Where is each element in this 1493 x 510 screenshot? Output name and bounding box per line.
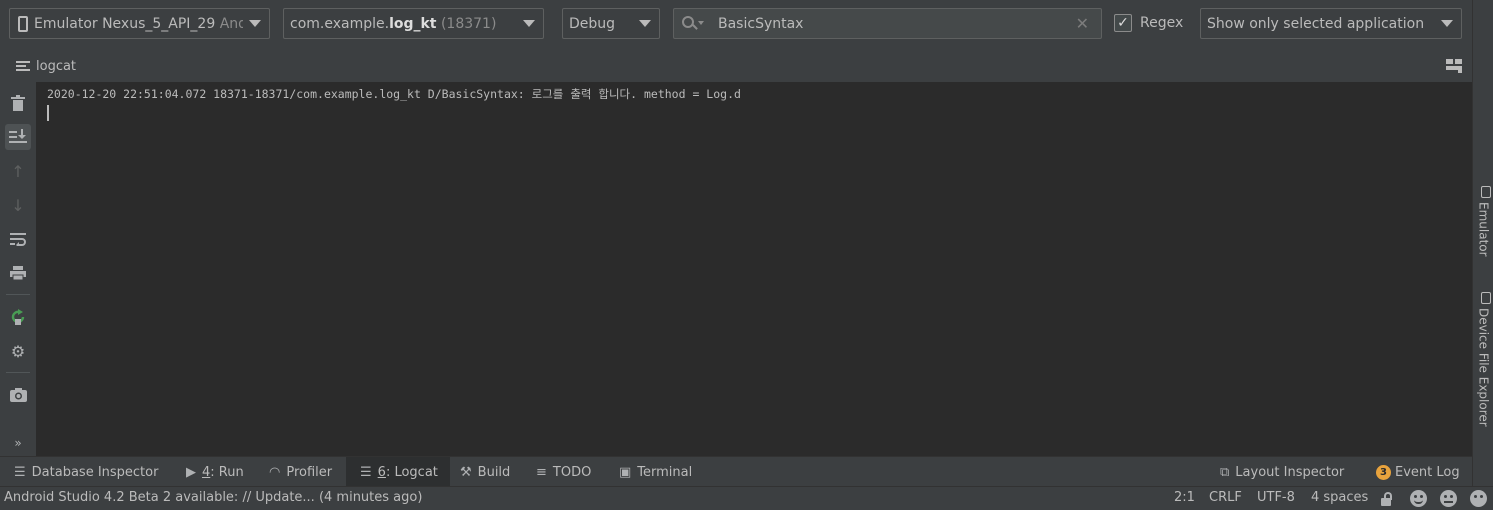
phone-icon — [18, 15, 28, 32]
lock-icon[interactable] — [1381, 492, 1393, 506]
print-button[interactable] — [5, 260, 31, 286]
logcat-icon: ☰ — [360, 464, 372, 480]
emulator-tool-tab[interactable]: Emulator — [1473, 186, 1493, 266]
process-prefix: com.example. — [290, 15, 390, 32]
logcat-side-toolbar: ↑ ↓ ⚙ » — [0, 82, 36, 456]
tab-build[interactable]: ⚒ Build — [446, 457, 522, 487]
caret-position[interactable]: 2:1 — [1174, 490, 1195, 505]
log-search-field[interactable]: ✕ — [673, 8, 1102, 39]
arrow-down-icon: ↓ — [11, 195, 25, 215]
device-icon — [1481, 186, 1491, 198]
up-stack-trace-button[interactable]: ↑ — [5, 158, 31, 184]
more-tools-button[interactable]: » — [5, 430, 31, 456]
toolbar-separator — [6, 372, 30, 373]
tab-database-inspector[interactable]: ☰ Database Inspector — [0, 457, 170, 487]
chevron-down-icon — [249, 20, 261, 27]
restart-icon — [11, 309, 25, 325]
arrow-up-icon: ↑ — [11, 161, 25, 181]
filter-value: Show only selected application — [1207, 15, 1425, 32]
down-stack-trace-button[interactable]: ↓ — [5, 192, 31, 218]
process-name: log_kt — [389, 15, 437, 32]
close-icon[interactable]: ✕ — [1076, 14, 1089, 33]
layout-options-icon[interactable] — [1446, 59, 1462, 73]
scroll-to-end-button[interactable] — [5, 124, 31, 150]
log-level-selector[interactable]: Debug — [562, 8, 660, 39]
layout-inspector-icon: ⧉ — [1220, 464, 1230, 480]
tab-todo[interactable]: ≡ TODO — [522, 457, 603, 487]
double-chevron-icon: » — [14, 436, 22, 450]
log-line: 2020-12-20 22:51:04.072 18371-18371/com.… — [47, 87, 741, 101]
tab-layout-inspector[interactable]: ⧉ Layout Inspector — [1206, 457, 1356, 487]
wrap-icon — [10, 233, 26, 246]
tab-profiler[interactable]: ◠ Profiler — [255, 457, 344, 487]
settings-button[interactable]: ⚙ — [5, 338, 31, 364]
database-icon: ☰ — [14, 464, 26, 480]
device-name: Emulator Nexus_5_API_29 — [34, 15, 216, 32]
status-bar: Android Studio 4.2 Beta 2 available: // … — [0, 486, 1493, 510]
process-pid: (18371) — [440, 15, 497, 32]
right-tool-strip: Emulator Device File Explorer — [1472, 0, 1493, 486]
logcat-output[interactable]: 2020-12-20 22:51:04.072 18371-18371/com.… — [36, 82, 1472, 456]
regex-checkbox[interactable]: ✓ — [1114, 14, 1132, 32]
file-encoding[interactable]: UTF-8 — [1257, 490, 1295, 505]
filter-configuration-selector[interactable]: Show only selected application — [1200, 8, 1462, 39]
tab-logcat[interactable]: ☰ 6: Logcat — [346, 457, 450, 487]
hammer-icon: ⚒ — [460, 464, 472, 480]
print-icon — [10, 266, 26, 280]
event-log-badge: 3 — [1376, 464, 1391, 480]
emulator-tab-label: Emulator — [1476, 202, 1491, 257]
camera-icon — [9, 388, 27, 402]
screen-capture-button[interactable] — [5, 382, 31, 408]
search-input[interactable] — [704, 14, 1076, 33]
list-icon: ≡ — [536, 464, 547, 480]
chevron-down-icon — [1441, 20, 1453, 27]
device-selector[interactable]: Emulator Nexus_5_API_29 Andro — [9, 8, 270, 39]
smile-icon[interactable] — [1410, 490, 1427, 507]
terminal-icon: ▣ — [619, 464, 632, 480]
inspector-icon[interactable] — [1470, 490, 1487, 507]
trash-icon — [11, 95, 25, 111]
regex-toggle[interactable]: ✓ Regex — [1114, 12, 1183, 34]
tab-run[interactable]: ▶ 4: Run — [172, 457, 256, 487]
text-caret — [47, 105, 49, 121]
regex-label: Regex — [1140, 15, 1184, 31]
indent-setting[interactable]: 4 spaces — [1311, 490, 1368, 505]
soft-wraps-button[interactable] — [5, 226, 31, 252]
tool-window-bar: ☰ Database Inspector ▶ 4: Run ◠ Profiler… — [0, 456, 1472, 487]
panel-title: logcat — [36, 58, 77, 74]
tab-event-log[interactable]: 3 Event Log — [1362, 457, 1472, 487]
device-suffix: Andro — [219, 15, 243, 32]
play-icon: ▶ — [186, 464, 196, 480]
chevron-down-icon — [523, 20, 535, 27]
device-icon — [1481, 292, 1491, 304]
process-selector[interactable]: com.example.log_kt (18371) — [283, 8, 544, 39]
toolbar-separator — [6, 294, 30, 295]
scroll-to-end-icon — [9, 129, 27, 143]
device-file-explorer-label: Device File Explorer — [1476, 308, 1491, 427]
chevron-down-icon — [639, 20, 651, 27]
restart-button[interactable] — [5, 304, 31, 330]
tab-terminal[interactable]: ▣ Terminal — [605, 457, 704, 487]
neutral-face-icon[interactable] — [1440, 490, 1457, 507]
gear-icon: ⚙ — [10, 341, 26, 361]
status-message[interactable]: Android Studio 4.2 Beta 2 available: // … — [4, 490, 422, 505]
gauge-icon: ◠ — [269, 464, 281, 480]
line-separator[interactable]: CRLF — [1209, 490, 1242, 505]
logcat-panel-header: logcat — [0, 50, 1472, 82]
logcat-icon — [16, 61, 30, 71]
device-file-explorer-tab[interactable]: Device File Explorer — [1473, 292, 1493, 432]
clear-logcat-button[interactable] — [5, 90, 31, 116]
log-level-value: Debug — [569, 15, 616, 32]
search-icon[interactable] — [682, 15, 704, 32]
logcat-filter-toolbar: Emulator Nexus_5_API_29 Andro com.exampl… — [0, 0, 1493, 47]
